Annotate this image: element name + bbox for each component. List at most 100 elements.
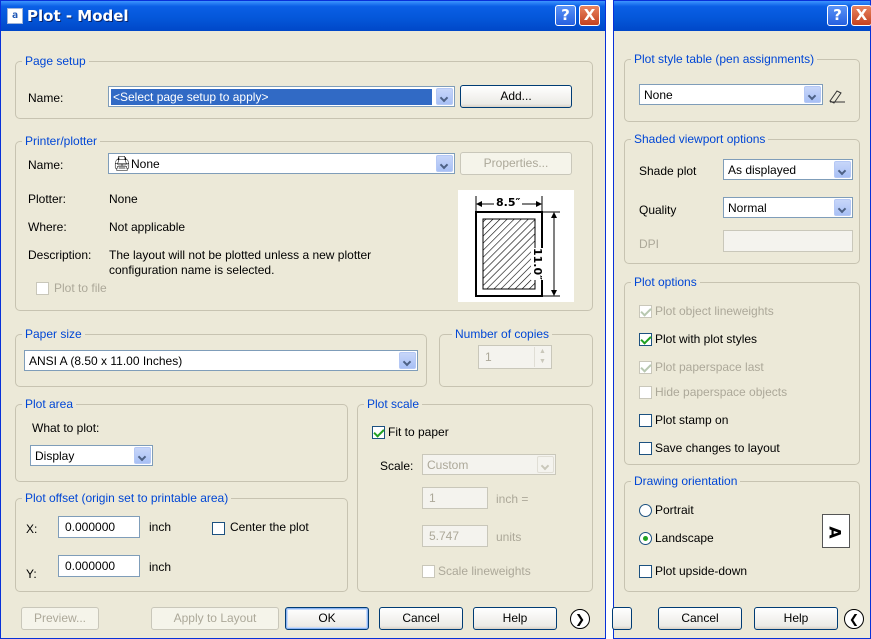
help-button[interactable]: Help bbox=[754, 607, 838, 630]
page-setup-name-dropdown[interactable]: <Select page setup to apply> bbox=[108, 86, 455, 107]
properties-button[interactable]: Properties... bbox=[460, 152, 572, 175]
close-button[interactable]: X bbox=[851, 5, 871, 26]
plot-area-group: Plot area What to plot: Display bbox=[15, 396, 348, 482]
paper-preview: 8.5″ 11.0″ bbox=[458, 190, 574, 302]
printer-name-label: Name: bbox=[28, 158, 64, 172]
drawing-orientation-group: Drawing orientation Portrait Landscape P… bbox=[624, 473, 860, 592]
plot-to-file-label: Plot to file bbox=[54, 281, 107, 295]
scale-dropdown[interactable]: Custom bbox=[422, 454, 556, 475]
plot-object-lineweights-checkbox[interactable] bbox=[639, 305, 652, 318]
plot-offset-group: Plot offset (origin set to printable are… bbox=[15, 490, 348, 592]
plot-paperspace-last-label: Plot paperspace last bbox=[655, 360, 764, 374]
x-offset-unit: inch bbox=[149, 520, 172, 534]
apply-to-layout-button[interactable]: Apply to Layout bbox=[151, 607, 279, 630]
help-button[interactable]: Help bbox=[473, 607, 557, 630]
plot-upside-down-checkbox[interactable] bbox=[639, 565, 652, 578]
description-line-1: The layout will not be plotted unless a … bbox=[109, 248, 372, 262]
chevron-down-icon[interactable] bbox=[537, 456, 554, 473]
plot-paperspace-last-checkbox[interactable] bbox=[639, 361, 652, 374]
fit-to-paper-checkbox[interactable] bbox=[372, 426, 385, 439]
plot-options-group: Plot options Plot object lineweights Plo… bbox=[624, 274, 860, 465]
hide-paperspace-objects-checkbox[interactable] bbox=[639, 386, 652, 399]
paper-size-dropdown[interactable]: ANSI A (8.50 x 11.00 Inches) bbox=[24, 350, 418, 371]
dpi-input[interactable] bbox=[723, 230, 853, 252]
x-offset-input[interactable]: 0.000000 bbox=[58, 516, 140, 538]
scale-units-input[interactable]: 5.747 bbox=[422, 525, 488, 547]
cancel-button[interactable]: Cancel bbox=[658, 607, 742, 630]
copies-group: Number of copies 1 ▲ ▼ bbox=[439, 326, 593, 387]
plot-stamp-label: Plot stamp on bbox=[655, 413, 729, 427]
dialog-title: Plot - Model bbox=[27, 7, 129, 25]
portrait-radio[interactable] bbox=[639, 504, 652, 517]
fewer-options-icon[interactable]: ❮ bbox=[844, 609, 864, 629]
more-options-icon[interactable]: ❯ bbox=[570, 609, 590, 629]
save-changes-checkbox[interactable] bbox=[639, 442, 652, 455]
cancel-button[interactable]: Cancel bbox=[379, 607, 463, 630]
chevron-down-icon[interactable] bbox=[834, 161, 851, 178]
scale-value: Custom bbox=[427, 458, 469, 472]
page-setup-name-value: <Select page setup to apply> bbox=[111, 89, 432, 105]
what-to-plot-dropdown[interactable]: Display bbox=[30, 445, 153, 466]
shade-plot-value: As displayed bbox=[728, 163, 797, 177]
orientation-preview-icon: A bbox=[822, 514, 850, 548]
shade-plot-dropdown[interactable]: As displayed bbox=[723, 159, 853, 180]
center-plot-label: Center the plot bbox=[230, 520, 309, 534]
y-offset-unit: inch bbox=[149, 560, 172, 574]
what-to-plot-value: Display bbox=[35, 449, 75, 463]
plotter-label: Plotter: bbox=[28, 192, 67, 206]
scale-label: Scale: bbox=[380, 459, 414, 473]
close-button[interactable]: X bbox=[579, 5, 600, 26]
spinner-arrows-icon[interactable]: ▲ ▼ bbox=[534, 347, 550, 367]
y-offset-input[interactable]: 0.000000 bbox=[58, 555, 140, 577]
edit-plot-style-icon[interactable] bbox=[827, 85, 847, 105]
printer-plotter-group: Printer/plotter Name: 🖨 None Properties.… bbox=[15, 133, 593, 311]
help-title-button[interactable]: ? bbox=[827, 5, 848, 26]
add-page-setup-button[interactable]: Add... bbox=[460, 85, 572, 108]
paper-size-value: ANSI A (8.50 x 11.00 Inches) bbox=[29, 354, 183, 368]
quality-dropdown[interactable]: Normal bbox=[723, 197, 853, 218]
landscape-label: Landscape bbox=[655, 531, 714, 545]
paper-size-group: Paper size ANSI A (8.50 x 11.00 Inches) bbox=[15, 326, 427, 387]
landscape-radio[interactable] bbox=[639, 532, 652, 545]
chevron-down-icon[interactable] bbox=[834, 199, 851, 216]
chevron-down-icon[interactable] bbox=[804, 86, 821, 103]
printer-name-value: None bbox=[131, 157, 160, 171]
where-value: Not applicable bbox=[109, 220, 186, 234]
scale-lineweights-label: Scale lineweights bbox=[438, 564, 531, 578]
ok-button[interactable]: OK bbox=[285, 607, 369, 630]
plot-style-table-group: Plot style table (pen assignments) None bbox=[624, 51, 860, 122]
chevron-down-icon[interactable] bbox=[436, 155, 453, 172]
title-bar-extension[interactable]: ? X bbox=[614, 1, 871, 31]
drawing-orientation-legend: Drawing orientation bbox=[631, 473, 741, 489]
plot-stamp-checkbox[interactable] bbox=[639, 414, 652, 427]
description-line-2: configuration name is selected. bbox=[109, 263, 275, 277]
printer-plotter-legend: Printer/plotter bbox=[22, 133, 101, 149]
plot-style-table-dropdown[interactable]: None bbox=[639, 84, 823, 105]
portrait-label: Portrait bbox=[655, 503, 694, 517]
page-setup-group: Page setup Name: <Select page setup to a… bbox=[15, 53, 593, 119]
scale-lineweights-checkbox[interactable] bbox=[422, 565, 435, 578]
plot-scale-group: Plot scale Fit to paper Scale: Custom 1 … bbox=[357, 396, 593, 592]
chevron-down-icon[interactable] bbox=[134, 447, 151, 464]
title-bar[interactable]: a Plot - Model ? X bbox=[1, 1, 605, 31]
copies-spinner[interactable]: 1 ▲ ▼ bbox=[478, 345, 552, 369]
ok-button-edge[interactable] bbox=[612, 607, 632, 630]
printer-name-dropdown[interactable]: 🖨 None bbox=[108, 153, 455, 174]
what-to-plot-label: What to plot: bbox=[32, 421, 100, 435]
scale-inch-input[interactable]: 1 bbox=[422, 487, 488, 509]
page-setup-name-label: Name: bbox=[28, 91, 64, 105]
autocad-app-icon: a bbox=[7, 8, 23, 24]
chevron-down-icon[interactable] bbox=[399, 352, 416, 369]
plot-to-file-checkbox[interactable] bbox=[36, 282, 49, 295]
scale-units-unit: units bbox=[496, 530, 522, 544]
plot-scale-legend: Plot scale bbox=[364, 396, 423, 412]
where-label: Where: bbox=[28, 220, 67, 234]
scale-inch-unit: inch = bbox=[496, 492, 529, 506]
help-title-button[interactable]: ? bbox=[555, 5, 576, 26]
preview-button[interactable]: Preview... bbox=[21, 607, 99, 630]
chevron-down-icon[interactable] bbox=[436, 88, 453, 105]
center-plot-checkbox[interactable] bbox=[212, 522, 225, 535]
plot-dialog: a Plot - Model ? X Page setup Name: <Sel… bbox=[0, 0, 606, 639]
plot-with-plot-styles-checkbox[interactable] bbox=[639, 333, 652, 346]
dpi-label: DPI bbox=[639, 237, 660, 251]
